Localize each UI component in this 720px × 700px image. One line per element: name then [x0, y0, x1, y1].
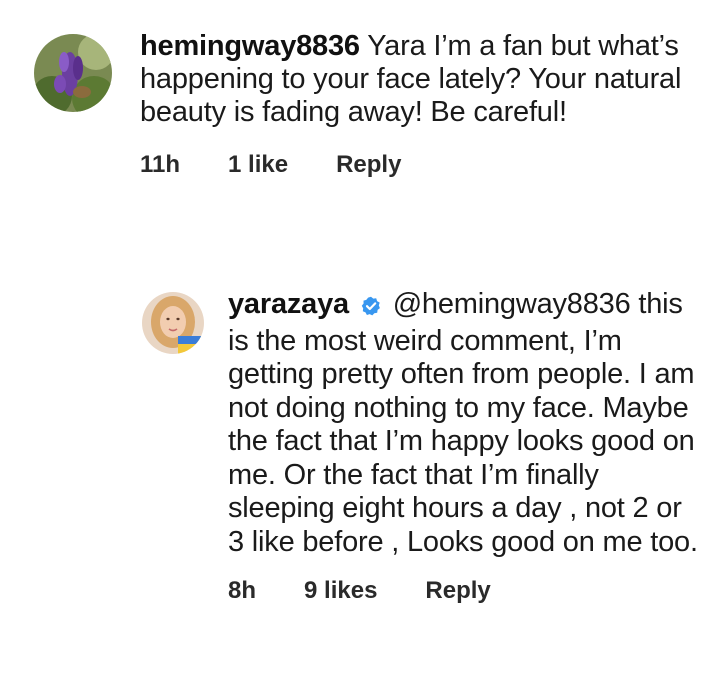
profile-photo-icon	[34, 34, 112, 112]
verified-badge-icon	[361, 291, 381, 325]
reply-username[interactable]: yarazaya	[228, 288, 349, 320]
comment-timestamp: 11h	[140, 151, 181, 178]
reply-button[interactable]: Reply	[336, 151, 401, 179]
reply-text: this is the most weird comment, I’m gett…	[228, 288, 698, 558]
comment: hemingway8836 Yara I’m a fan but what’s …	[34, 30, 704, 179]
reply-timestamp: 8h	[228, 577, 257, 604]
comment-likes-count[interactable]: 1 like	[228, 151, 288, 179]
reply-comment: yarazaya @hemingway8836 this is the most…	[142, 288, 702, 605]
reply-likes-count[interactable]: 9 likes	[304, 577, 377, 605]
comment-meta: 11h 1 like Reply	[140, 151, 704, 179]
avatar[interactable]	[142, 292, 204, 354]
reply-mention-link[interactable]: @hemingway8836	[393, 288, 631, 320]
comment-username[interactable]: hemingway8836	[140, 30, 360, 62]
reply-meta: 8h 9 likes Reply	[228, 577, 702, 605]
profile-photo-icon	[142, 292, 204, 354]
avatar[interactable]	[34, 34, 112, 112]
reply-button[interactable]: Reply	[425, 577, 490, 605]
